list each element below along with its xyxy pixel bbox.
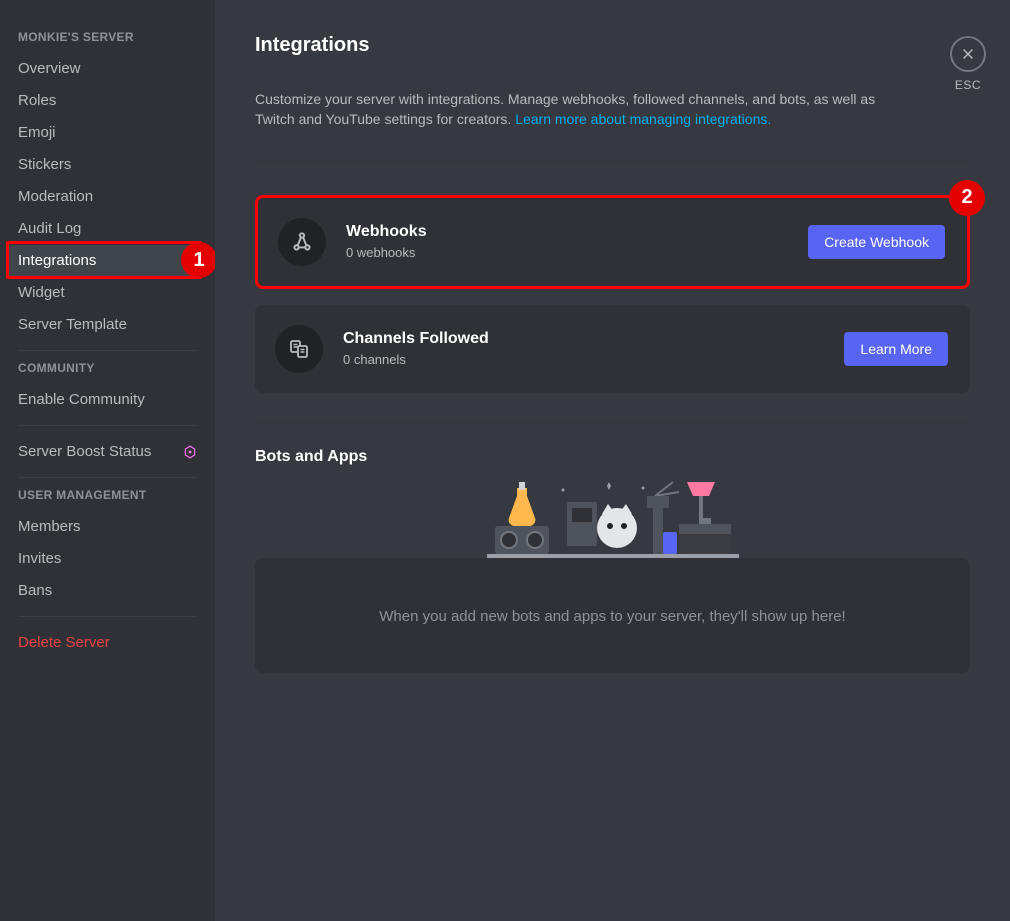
sidebar-section-community: COMMUNITY bbox=[6, 361, 209, 383]
bots-section-title: Bots and Apps bbox=[255, 448, 970, 466]
sidebar-item-server-template[interactable]: Server Template bbox=[6, 309, 209, 340]
bots-empty-text: When you add new bots and apps to your s… bbox=[379, 608, 845, 625]
close-button[interactable] bbox=[950, 36, 986, 72]
webhooks-icon bbox=[278, 218, 326, 266]
sidebar-item-moderation[interactable]: Moderation bbox=[6, 181, 209, 212]
sidebar-item-invites[interactable]: Invites bbox=[6, 543, 209, 574]
sidebar-divider bbox=[18, 350, 197, 351]
sidebar-divider bbox=[18, 425, 197, 426]
sidebar-divider bbox=[18, 616, 197, 617]
close-label: ESC bbox=[950, 78, 986, 92]
webhooks-sub: 0 webhooks bbox=[346, 245, 808, 260]
create-webhook-button[interactable]: Create Webhook bbox=[808, 225, 945, 259]
channels-title: Channels Followed bbox=[343, 330, 844, 348]
sidebar-item-integrations[interactable]: Integrations bbox=[6, 245, 209, 276]
bots-art bbox=[255, 472, 970, 562]
sidebar-item-stickers[interactable]: Stickers bbox=[6, 149, 209, 180]
sidebar-item-emoji[interactable]: Emoji bbox=[6, 117, 209, 148]
page-description: Customize your server with integrations.… bbox=[255, 89, 915, 130]
sidebar-section-usermgmt: USER MANAGEMENT bbox=[6, 488, 209, 510]
boost-icon bbox=[183, 445, 197, 459]
divider bbox=[255, 166, 970, 167]
sidebar-divider bbox=[18, 477, 197, 478]
learn-more-link[interactable]: Learn more about managing integrations. bbox=[515, 111, 771, 127]
sidebar-item-boost[interactable]: Server Boost Status bbox=[6, 436, 209, 467]
sidebar-section-server: MONKIE'S SERVER bbox=[6, 30, 209, 52]
sidebar-item-delete-server[interactable]: Delete Server bbox=[6, 627, 209, 658]
divider bbox=[255, 417, 970, 418]
page-title: Integrations bbox=[255, 34, 970, 57]
sidebar-item-auditlog[interactable]: Audit Log bbox=[6, 213, 209, 244]
webhook-icon bbox=[289, 229, 315, 255]
sidebar-item-members[interactable]: Members bbox=[6, 511, 209, 542]
sidebar-item-roles[interactable]: Roles bbox=[6, 85, 209, 116]
webhooks-title: Webhooks bbox=[346, 223, 808, 241]
close-icon bbox=[960, 46, 976, 62]
channels-icon bbox=[275, 325, 323, 373]
followed-icon bbox=[287, 337, 311, 361]
annotation-badge-2: 2 bbox=[949, 180, 985, 216]
sidebar-item-enable-community[interactable]: Enable Community bbox=[6, 384, 209, 415]
content-area: ESC Integrations Customize your server w… bbox=[215, 0, 1010, 921]
sidebar-item-bans[interactable]: Bans bbox=[6, 575, 209, 606]
bots-art-icon bbox=[487, 476, 739, 562]
channels-card: Channels Followed 0 channels Learn More bbox=[255, 305, 970, 393]
sidebar-item-widget[interactable]: Widget bbox=[6, 277, 209, 308]
bots-empty-card: When you add new bots and apps to your s… bbox=[255, 558, 970, 673]
channels-sub: 0 channels bbox=[343, 352, 844, 367]
channels-learn-more-button[interactable]: Learn More bbox=[844, 332, 948, 366]
sidebar-item-overview[interactable]: Overview bbox=[6, 53, 209, 84]
close-stack: ESC bbox=[950, 36, 986, 92]
settings-sidebar: MONKIE'S SERVER Overview Roles Emoji Sti… bbox=[0, 0, 215, 921]
webhooks-card: Webhooks 0 webhooks Create Webhook 2 bbox=[255, 195, 970, 289]
